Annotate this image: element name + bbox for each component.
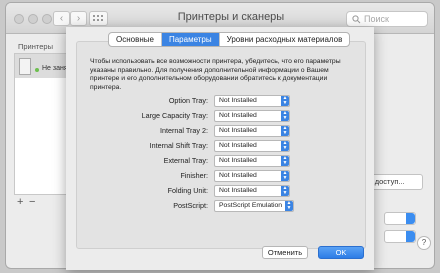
option-value: Not Installed [219, 112, 257, 119]
option-select[interactable]: PostScript Emulation ▲ ▼ [214, 200, 294, 212]
option-select[interactable]: Not Installed ▲ ▼ [214, 170, 290, 182]
chevron-updown-icon: ▲ ▼ [281, 155, 289, 166]
tab-bar: Основные Параметры Уровни расходных мате… [108, 32, 351, 47]
chevron-updown-icon: ▲ ▼ [285, 200, 293, 211]
default-paper-select[interactable] [384, 230, 416, 243]
window-title: Принтеры и сканеры [177, 11, 285, 23]
tab-supply-levels[interactable]: Уровни расходных материалов [220, 33, 350, 46]
option-select[interactable]: Not Installed ▲ ▼ [214, 125, 290, 137]
close-window-button[interactable] [14, 14, 24, 24]
option-value: PostScript Emulation [219, 202, 283, 209]
show-all-grid-icon[interactable] [89, 11, 108, 26]
option-label: Finisher: [180, 171, 208, 180]
chevron-updown-icon: ▲ ▼ [281, 185, 289, 196]
zoom-window-button[interactable] [42, 14, 52, 24]
chevron-updown-icon [406, 213, 415, 224]
remove-printer-button[interactable]: − [29, 196, 35, 208]
default-printer-select[interactable] [384, 212, 416, 225]
option-select[interactable]: Not Installed ▲ ▼ [214, 140, 290, 152]
option-value: Not Installed [219, 127, 257, 134]
tab-general[interactable]: Основные [109, 33, 162, 46]
option-row: Large Capacity Tray: Not Installed ▲ ▼ [66, 110, 374, 122]
minimize-window-button[interactable] [28, 14, 38, 24]
printer-options-sheet: Основные Параметры Уровни расходных мате… [66, 27, 374, 270]
option-select[interactable]: Not Installed ▲ ▼ [214, 95, 290, 107]
search-placeholder: Поиск [364, 14, 389, 24]
option-label: Internal Shift Tray: [149, 141, 208, 150]
tab-options[interactable]: Параметры [161, 33, 220, 46]
option-row: Internal Shift Tray: Not Installed ▲ ▼ [66, 140, 374, 152]
option-value: Not Installed [219, 142, 257, 149]
chevron-updown-icon: ▲ ▼ [281, 125, 289, 136]
option-value: Not Installed [219, 157, 257, 164]
chevron-updown-icon: ▲ ▼ [281, 95, 289, 106]
search-input[interactable]: Поиск [346, 11, 428, 27]
option-value: Not Installed [219, 187, 257, 194]
help-button[interactable]: ? [417, 236, 431, 250]
option-select[interactable]: Not Installed ▲ ▼ [214, 155, 290, 167]
option-label: Option Tray: [168, 96, 208, 105]
cancel-button[interactable]: Отменить [262, 246, 308, 259]
option-value: Not Installed [219, 172, 257, 179]
chevron-updown-icon [406, 231, 415, 242]
back-button[interactable]: ‹ [53, 11, 70, 26]
status-dot-icon [35, 68, 39, 72]
option-row: PostScript: PostScript Emulation ▲ ▼ [66, 200, 374, 212]
option-select[interactable]: Not Installed ▲ ▼ [214, 110, 290, 122]
option-label: Internal Tray 2: [160, 126, 208, 135]
option-value: Not Installed [219, 97, 257, 104]
option-row: Internal Tray 2: Not Installed ▲ ▼ [66, 125, 374, 137]
search-icon [352, 15, 361, 24]
chevron-updown-icon: ▲ ▼ [281, 140, 289, 151]
chevron-updown-icon: ▲ ▼ [281, 110, 289, 121]
ok-button[interactable]: OK [318, 246, 364, 259]
option-select[interactable]: Not Installed ▲ ▼ [214, 185, 290, 197]
option-label: Large Capacity Tray: [141, 111, 208, 120]
option-row: Finisher: Not Installed ▲ ▼ [66, 170, 374, 182]
option-label: External Tray: [163, 156, 208, 165]
printer-icon [19, 58, 31, 75]
option-label: PostScript: [173, 201, 208, 210]
options-intro-text: Чтобы использовать все возможности принт… [90, 58, 341, 91]
option-row: Folding Unit: Not Installed ▲ ▼ [66, 185, 374, 197]
forward-button[interactable]: › [70, 11, 87, 26]
add-printer-button[interactable]: + [17, 196, 23, 208]
printers-list-label: Принтеры [18, 42, 53, 51]
chevron-updown-icon: ▲ ▼ [281, 170, 289, 181]
option-row: Option Tray: Not Installed ▲ ▼ [66, 95, 374, 107]
option-row: External Tray: Not Installed ▲ ▼ [66, 155, 374, 167]
option-label: Folding Unit: [167, 186, 208, 195]
